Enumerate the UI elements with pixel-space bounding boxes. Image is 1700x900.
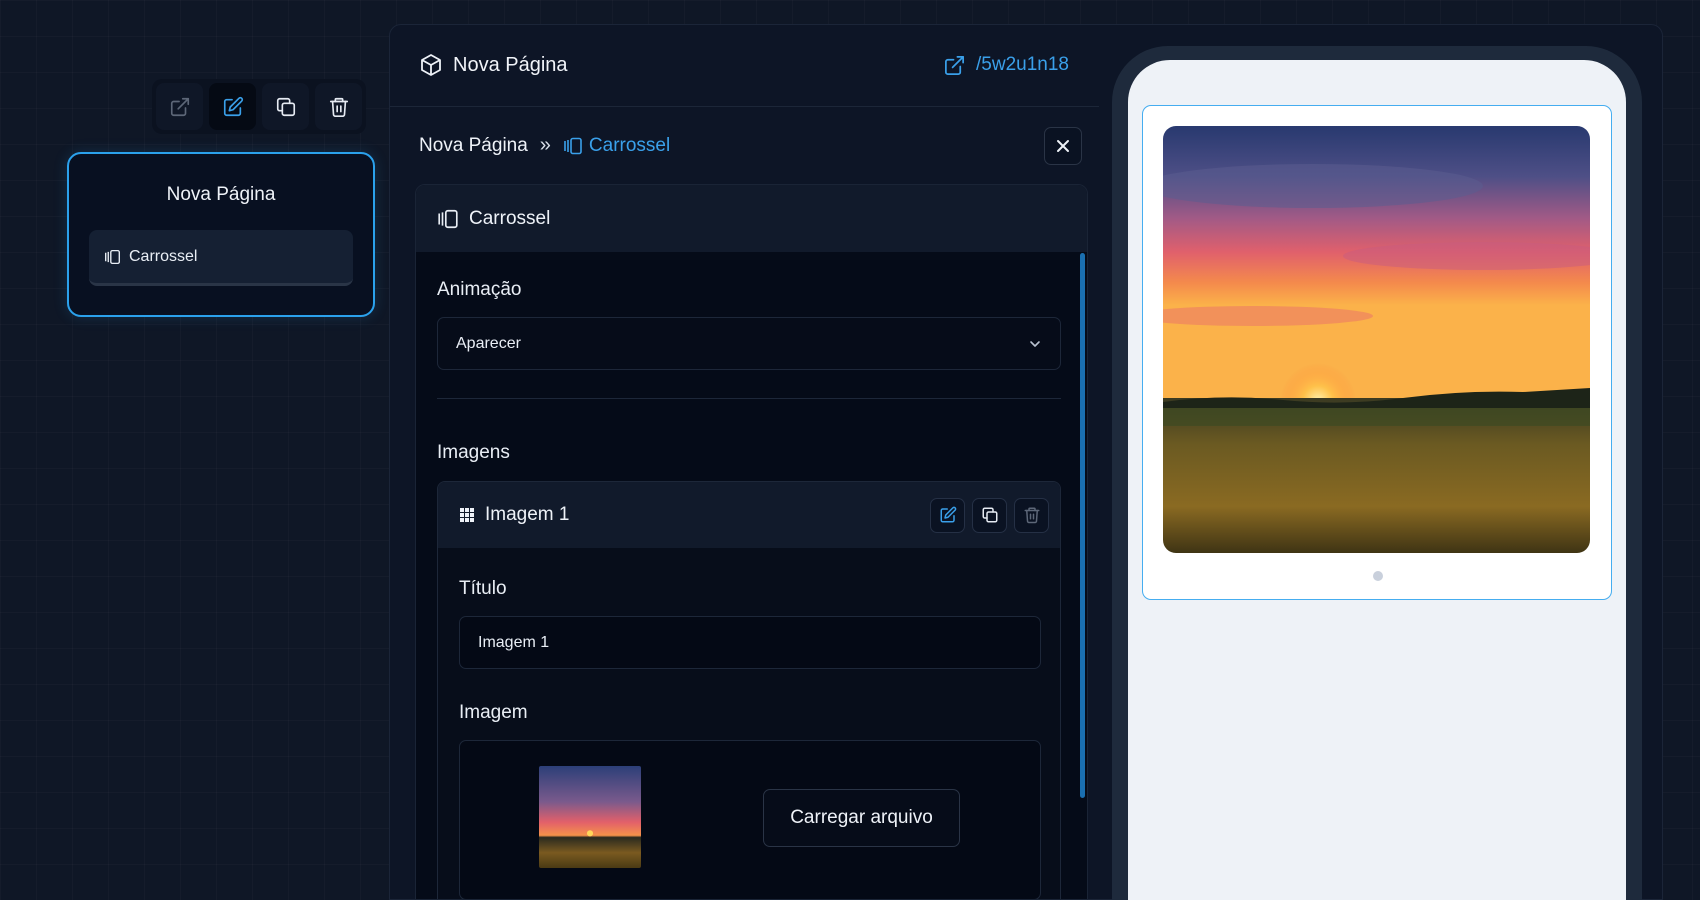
duplicate-button[interactable] [262,83,309,130]
breadcrumb: Nova Página » Carrossel [419,134,670,157]
carousel-icon [438,209,458,228]
external-link-icon [945,55,965,75]
page-title: Nova Página [419,53,568,77]
copy-icon [276,97,295,116]
title-input-value: Imagem 1 [478,633,550,651]
image-item-header[interactable]: Imagem 1 [438,482,1060,548]
close-button[interactable] [1044,127,1082,165]
image-item-name: Imagem 1 [485,504,570,525]
trash-icon [1024,507,1039,524]
breadcrumb-current-label: Carrossel [588,134,671,156]
delete-image-button[interactable] [1014,497,1049,533]
image-item-actions [930,497,1049,533]
component-form: Carrossel Animação Aparecer Imagens Imag… [415,184,1088,900]
image-thumbnail [539,766,641,868]
animation-select[interactable]: Aparecer [437,317,1061,370]
edit-button[interactable] [209,83,256,130]
page-slug-link[interactable]: /5w2u1n18 [943,54,1069,77]
edit-image-button[interactable] [930,497,965,533]
drag-handle-icon[interactable] [459,507,475,523]
title-input[interactable]: Imagem 1 [459,616,1041,669]
node-item-label: Carrossel [129,247,198,265]
breadcrumb-separator: » [539,134,551,156]
image-upload-area: Carregar arquivo [459,740,1041,899]
section-divider [437,398,1061,399]
page-node-card[interactable]: Nova Página Carrossel [67,152,375,317]
edit-icon [940,506,956,523]
carousel-preview[interactable] [1142,105,1612,600]
open-external-button[interactable] [156,83,203,130]
node-title: Nova Página [166,184,276,205]
carousel-icon [105,249,120,264]
component-header: Carrossel [416,185,1087,252]
editor-header: Nova Página /5w2u1n18 [389,24,1099,107]
upload-file-button[interactable]: Carregar arquivo [763,789,960,847]
node-item-carousel[interactable]: Carrossel [89,230,353,286]
carousel-slide-image [1163,126,1590,553]
page-slug: /5w2u1n18 [976,54,1069,75]
title-label: Título [459,578,507,599]
carousel-dot[interactable] [1373,571,1383,581]
editor-panel: Nova Página /5w2u1n18 Nova Página » Carr… [389,24,1099,900]
node-toolbar [152,79,366,134]
edit-icon [223,96,243,116]
duplicate-image-button[interactable] [972,497,1007,533]
image-label: Imagem [459,702,528,723]
close-icon [1057,140,1069,152]
form-scrollbar[interactable] [1080,253,1085,798]
delete-button[interactable] [315,83,362,130]
external-link-icon [170,97,189,116]
phone-preview [1112,46,1642,900]
breadcrumb-root[interactable]: Nova Página [419,135,528,157]
chevron-down-icon [1030,340,1040,347]
preview-screen [1128,60,1626,900]
image-item-card: Imagem 1 Título Imagem 1 Imagem Carregar… [437,481,1061,899]
component-title: Carrossel [469,207,551,229]
animation-value: Aparecer [456,334,521,352]
copy-icon [982,507,997,523]
page-title-text: Nova Página [453,53,568,76]
images-label: Imagens [437,442,510,463]
breadcrumb-current: Carrossel [563,135,670,157]
carousel-icon [564,137,582,154]
animation-label: Animação [437,279,522,300]
trash-icon [329,97,348,117]
cube-icon [421,54,441,76]
